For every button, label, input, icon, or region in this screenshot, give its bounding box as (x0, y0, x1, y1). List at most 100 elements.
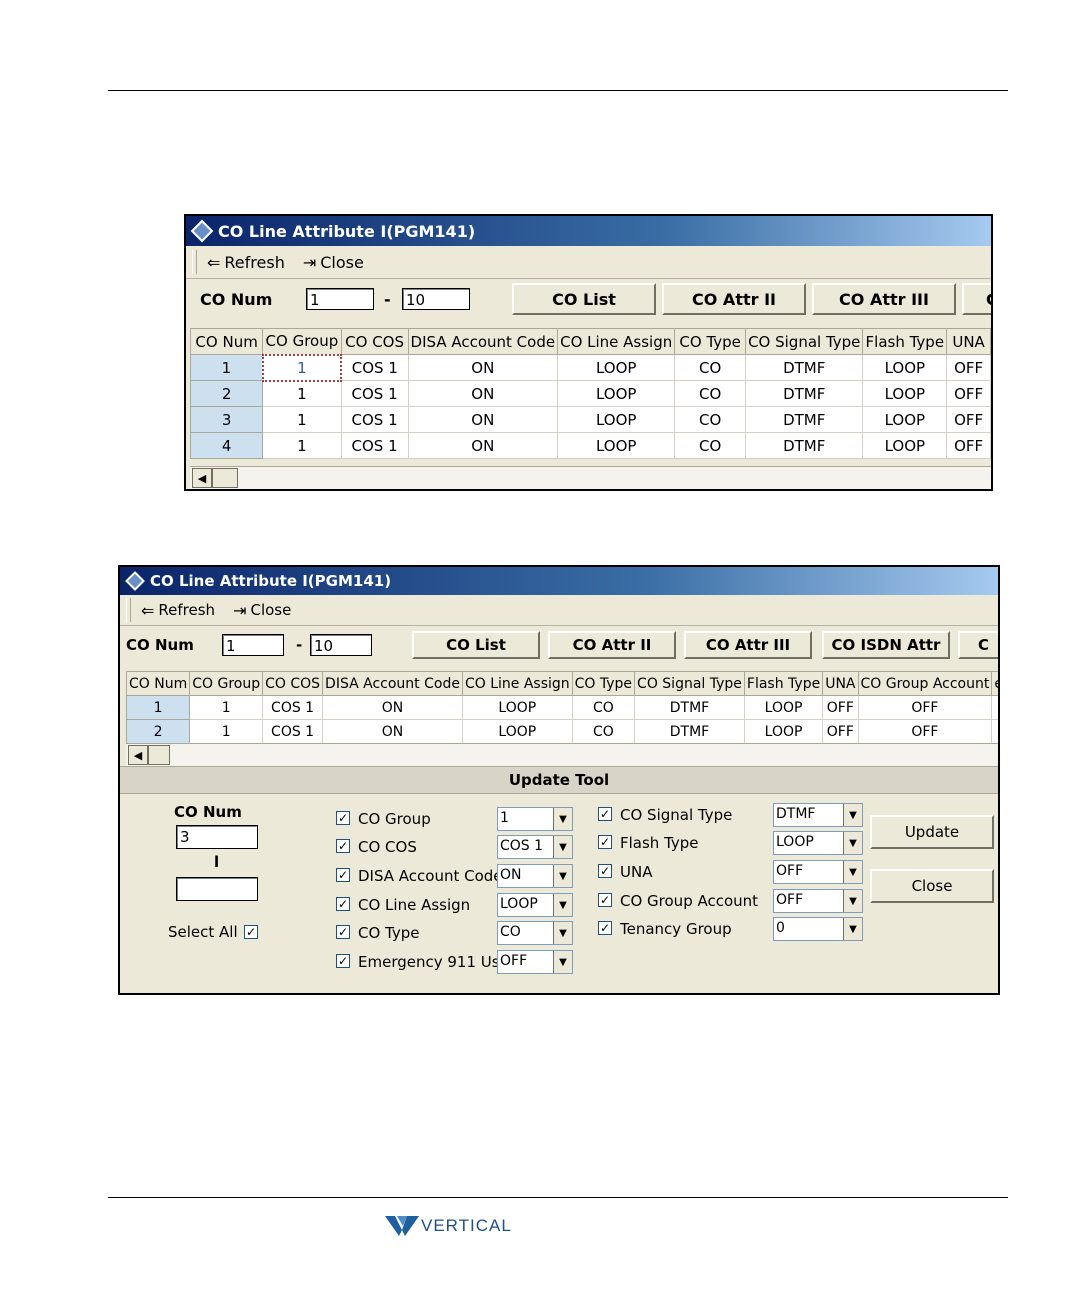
co-num-from-field[interactable]: 3 (176, 825, 258, 849)
col-header[interactable]: CO Group (262, 328, 342, 355)
table-cell[interactable]: LOOP (557, 432, 676, 459)
col-header[interactable]: CO Group (189, 671, 264, 696)
table-cell[interactable]: 1 (262, 432, 342, 459)
table-cell[interactable]: 1 (261, 353, 343, 382)
table-cell[interactable]: OFF (946, 380, 991, 407)
co-attr-ii-button[interactable]: CO Attr II (548, 631, 676, 659)
disa-account-code-checkbox[interactable]: ✓ (336, 868, 350, 882)
tenancy-group-select[interactable]: 0 ▼ (773, 917, 863, 941)
table-cell[interactable]: DTMF (745, 432, 864, 459)
table-cell[interactable]: COS 1 (340, 354, 409, 381)
table-cell[interactable]: OFF (822, 719, 859, 743)
table-row[interactable]: 3 1 COS 1 ON LOOP CO DTMF LOOP OFF (190, 406, 991, 433)
co-type-select[interactable]: CO ▼ (497, 921, 573, 945)
una-checkbox[interactable]: ✓ (598, 864, 612, 878)
col-header[interactable]: UNA (946, 328, 991, 355)
table-cell[interactable]: COS 1 (340, 432, 409, 459)
col-header[interactable]: UNA (822, 671, 859, 696)
col-header[interactable]: CO Group Account (857, 671, 993, 696)
col-header[interactable]: Flash Type (743, 671, 824, 696)
table-cell[interactable]: OFF (857, 719, 993, 743)
table-cell[interactable]: LOOP (461, 719, 573, 743)
col-header[interactable]: CO Type (674, 328, 747, 355)
chevron-down-icon[interactable]: ▼ (553, 808, 572, 830)
row-number[interactable]: 1 (190, 354, 264, 381)
table-cell[interactable]: ON (407, 354, 559, 381)
table-row[interactable]: 2 1 COS 1 ON LOOP CO DTMF LOOP OFF (190, 380, 991, 407)
flash-type-checkbox[interactable]: ✓ (598, 835, 612, 849)
row-number[interactable]: 4 (190, 432, 264, 459)
table-cell[interactable]: LOOP (862, 380, 948, 407)
table-cell[interactable]: LOOP (743, 695, 824, 720)
table-cell[interactable]: CO (571, 695, 636, 720)
table-cell[interactable]: LOOP (862, 432, 948, 459)
col-header[interactable]: Flash Type (862, 328, 948, 355)
table-row[interactable]: 2 1 COS 1 ON LOOP CO DTMF LOOP OFF OFF (126, 719, 998, 743)
table-cell[interactable]: LOOP (862, 354, 948, 381)
co-signal-type-select[interactable]: DTMF ▼ (773, 803, 863, 827)
table-cell[interactable]: DTMF (745, 406, 864, 433)
co-group-account-select[interactable]: OFF ▼ (773, 889, 863, 913)
chevron-down-icon[interactable]: ▼ (553, 865, 572, 887)
chevron-down-icon[interactable]: ▼ (843, 890, 862, 912)
co-list-button[interactable]: CO List (512, 283, 656, 315)
co-cos-select[interactable]: COS 1 ▼ (497, 835, 573, 859)
table-row[interactable]: 4 1 COS 1 ON LOOP CO DTMF LOOP OFF (190, 432, 991, 459)
table-cell[interactable] (991, 719, 998, 743)
more-button[interactable]: C (958, 631, 998, 659)
table-cell[interactable]: OFF (857, 695, 993, 720)
table-cell[interactable]: LOOP (557, 406, 676, 433)
disa-account-code-select[interactable]: ON ▼ (497, 864, 573, 888)
col-header[interactable]: er (991, 671, 998, 696)
col-header[interactable]: CO Num (126, 671, 191, 696)
co-num-to-field[interactable] (176, 877, 258, 901)
close-button[interactable]: Close (870, 869, 994, 903)
table-cell[interactable]: DTMF (745, 354, 864, 381)
table-cell[interactable]: LOOP (862, 406, 948, 433)
co-group-account-checkbox[interactable]: ✓ (598, 893, 612, 907)
chevron-down-icon[interactable]: ▼ (843, 861, 862, 883)
table-row[interactable]: 1 1 COS 1 ON LOOP CO DTMF LOOP OFF OFF (126, 695, 998, 720)
co-type-checkbox[interactable]: ✓ (336, 925, 350, 939)
co-num-to-input[interactable]: 10 (310, 634, 372, 656)
table-cell[interactable]: COS 1 (340, 406, 409, 433)
col-header[interactable]: DISA Account Code (322, 671, 463, 696)
co-isdn-attr-button[interactable]: CO ISDN Attr (822, 631, 950, 659)
table-cell[interactable]: CO (571, 719, 636, 743)
una-select[interactable]: OFF ▼ (773, 860, 863, 884)
chevron-down-icon[interactable]: ▼ (843, 918, 862, 940)
emergency-911-select[interactable]: OFF ▼ (497, 950, 573, 974)
chevron-down-icon[interactable]: ▼ (553, 922, 572, 944)
chevron-down-icon[interactable]: ▼ (553, 951, 572, 973)
more-button[interactable]: C (962, 283, 991, 315)
co-line-assign-select[interactable]: LOOP ▼ (497, 893, 573, 917)
chevron-down-icon[interactable]: ▼ (843, 832, 862, 854)
co-num-from-input[interactable]: 1 (222, 634, 284, 656)
col-header[interactable]: CO COS (340, 328, 409, 355)
chevron-down-icon[interactable]: ▼ (843, 804, 862, 826)
table-cell[interactable]: CO (674, 380, 747, 407)
co-attr-ii-button[interactable]: CO Attr II (662, 283, 806, 315)
table-cell[interactable]: OFF (822, 695, 859, 720)
table-cell[interactable]: OFF (946, 406, 991, 433)
refresh-button[interactable]: ⇐ Refresh (207, 253, 285, 272)
chevron-down-icon[interactable]: ▼ (553, 894, 572, 916)
table-cell[interactable]: 1 (189, 695, 264, 720)
col-header[interactable]: CO Line Assign (461, 671, 573, 696)
table-cell[interactable] (991, 695, 998, 720)
table-cell[interactable]: OFF (946, 354, 991, 381)
col-header[interactable]: CO COS (262, 671, 324, 696)
close-tool-button[interactable]: ⇥ Close (233, 601, 291, 620)
table-cell[interactable]: DTMF (634, 719, 745, 743)
table-cell[interactable]: LOOP (557, 354, 676, 381)
table-cell[interactable]: 1 (262, 406, 342, 433)
table-cell[interactable]: ON (407, 432, 559, 459)
table-row[interactable]: 1 1 COS 1 ON LOOP CO DTMF LOOP OFF (190, 353, 991, 382)
select-all-checkbox[interactable]: ✓ (244, 925, 258, 939)
table-cell[interactable]: ON (407, 406, 559, 433)
table-cell[interactable]: CO (674, 432, 747, 459)
scroll-thumb[interactable] (148, 745, 170, 765)
table-cell[interactable]: ON (407, 380, 559, 407)
col-header[interactable]: CO Num (190, 328, 264, 355)
table-cell[interactable]: LOOP (557, 380, 676, 407)
